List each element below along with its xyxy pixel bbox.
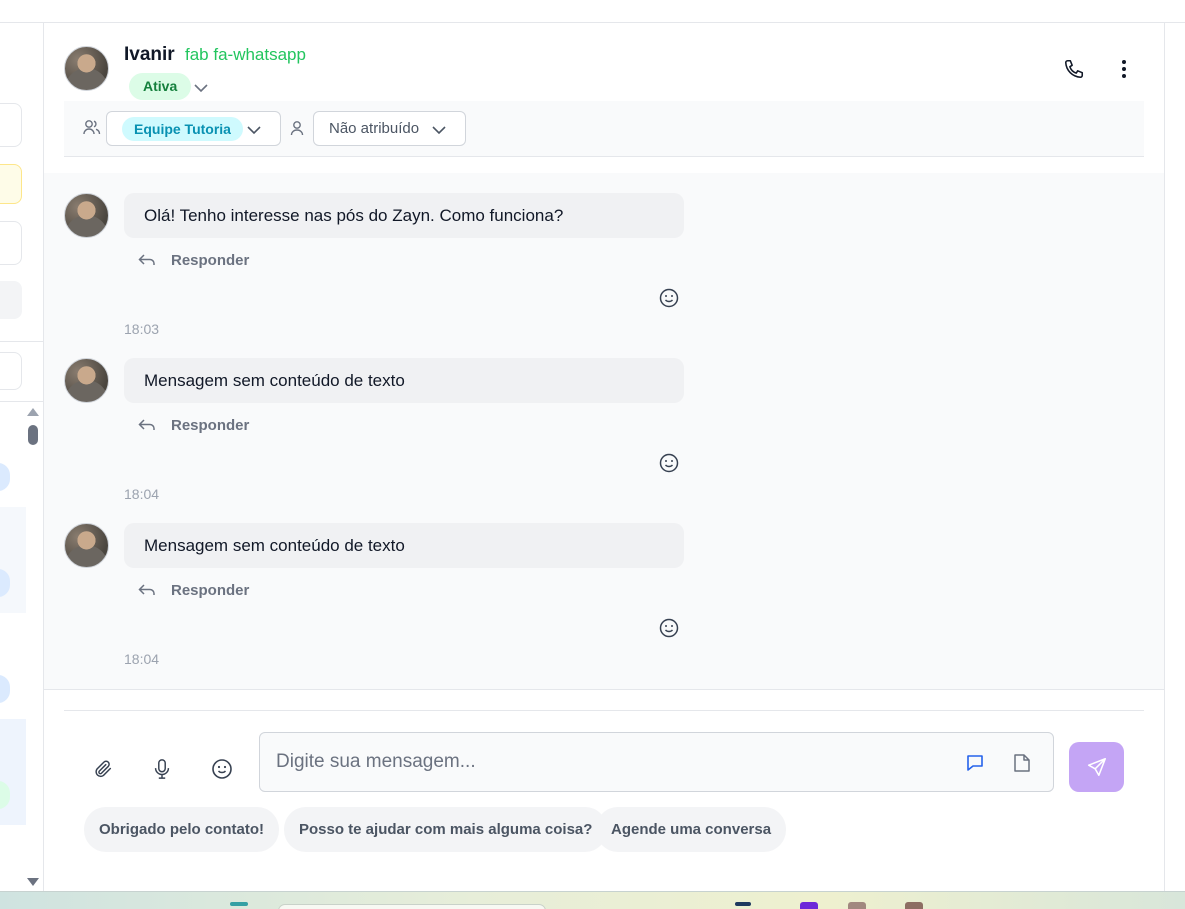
more-vertical-icon[interactable] [1112, 57, 1136, 81]
search-box[interactable] [0, 221, 22, 265]
divider [0, 401, 43, 402]
sender-avatar [64, 193, 109, 238]
message-time: 18:03 [124, 321, 160, 337]
sort-select[interactable] [0, 352, 22, 390]
reply-label: Responder [171, 416, 250, 434]
message-composer: Obrigado pelo contato! Posso te ajudar c… [44, 690, 1164, 891]
sender-avatar [64, 523, 109, 568]
scroll-up-arrow[interactable] [27, 408, 39, 416]
microphone-icon[interactable] [149, 756, 175, 782]
chevron-down-icon [247, 122, 261, 140]
divider [0, 341, 43, 342]
paperclip-icon[interactable] [90, 756, 116, 782]
message-bubble: Mensagem sem conteúdo de texto [124, 358, 684, 403]
team-chip: Equipe Tutoria [122, 117, 243, 141]
reply-icon [138, 419, 155, 430]
reply-icon [138, 584, 155, 595]
status-badge[interactable]: Ativa [129, 73, 192, 100]
reply-label: Responder [171, 581, 250, 599]
chevron-down-icon[interactable] [194, 80, 208, 98]
taskbar-app-icon[interactable] [905, 902, 923, 909]
send-button[interactable] [1069, 742, 1124, 792]
contact-avatar[interactable] [64, 46, 109, 91]
sender-avatar [64, 358, 109, 403]
smile-icon[interactable] [658, 617, 680, 644]
message-list: Olá! Tenho interesse nas pós do Zayn. Co… [44, 173, 1164, 690]
message-time: 18:04 [124, 486, 160, 502]
os-taskbar [0, 891, 1185, 909]
avatar [0, 675, 10, 703]
team-select[interactable]: Equipe Tutoria [106, 111, 281, 146]
smile-icon[interactable] [658, 452, 680, 479]
quick-reply-button[interactable]: Obrigado pelo contato! [84, 807, 279, 852]
message-input-box[interactable] [259, 732, 1054, 792]
reply-button[interactable]: Responder [138, 248, 249, 272]
note-icon[interactable] [1013, 753, 1031, 778]
users-icon [83, 119, 101, 140]
message-item: Mensagem sem conteúdo de texto Responder… [44, 503, 1164, 668]
avatar [0, 463, 10, 491]
message-item: Olá! Tenho interesse nas pós do Zayn. Co… [44, 173, 1164, 338]
message-time: 18:04 [124, 651, 160, 667]
reply-button[interactable]: Responder [138, 578, 249, 602]
message-bubble: Olá! Tenho interesse nas pós do Zayn. Co… [124, 193, 684, 238]
phone-icon[interactable] [1062, 57, 1086, 81]
quick-reply-button[interactable]: Agende uma conversa [596, 807, 787, 852]
contact-name[interactable]: Ivanir [124, 44, 175, 66]
filter-tab[interactable] [0, 281, 22, 319]
taskbar-search[interactable] [278, 904, 546, 909]
conversation-list-panel [0, 23, 44, 891]
right-panel-edge [1164, 23, 1185, 891]
top-bar [0, 0, 1185, 23]
smile-icon[interactable] [209, 756, 235, 782]
channel-label: fab fa-whatsapp [185, 45, 306, 64]
message-input[interactable] [260, 733, 940, 791]
reply-icon [138, 254, 155, 265]
taskbar-app-icon[interactable] [848, 902, 866, 909]
taskbar-app-icon[interactable] [230, 902, 248, 906]
chat-header: Ivanir fab fa-whatsapp Ativa Equipe Tuto… [44, 23, 1164, 173]
new-conversation-button[interactable] [0, 103, 22, 147]
reply-label: Responder [171, 251, 250, 269]
agent-select[interactable]: Não atribuído [313, 111, 466, 146]
chat-panel: Ivanir fab fa-whatsapp Ativa Equipe Tuto… [44, 23, 1164, 891]
taskbar-app-icon[interactable] [735, 902, 751, 906]
divider [64, 710, 1144, 711]
assignment-bar: Equipe Tutoria Não atribuído [64, 101, 1144, 157]
user-icon [290, 120, 304, 141]
reply-button[interactable]: Responder [138, 413, 249, 437]
smile-icon[interactable] [658, 287, 680, 314]
message-bubble: Mensagem sem conteúdo de texto [124, 523, 684, 568]
taskbar-app-icon[interactable] [800, 902, 818, 909]
list-item[interactable] [0, 719, 26, 825]
chevron-down-icon [432, 122, 446, 140]
chat-bubble-icon[interactable] [965, 753, 985, 778]
scrollbar-thumb[interactable] [28, 425, 38, 445]
list-item[interactable] [0, 507, 26, 613]
scroll-down-arrow[interactable] [27, 878, 39, 886]
quick-reply-button[interactable]: Posso te ajudar com mais alguma coisa? [284, 807, 608, 852]
agent-label: Não atribuído [329, 120, 420, 137]
filter-alert-box[interactable] [0, 164, 22, 204]
send-icon [1087, 757, 1106, 777]
message-item: Mensagem sem conteúdo de texto Responder… [44, 338, 1164, 503]
